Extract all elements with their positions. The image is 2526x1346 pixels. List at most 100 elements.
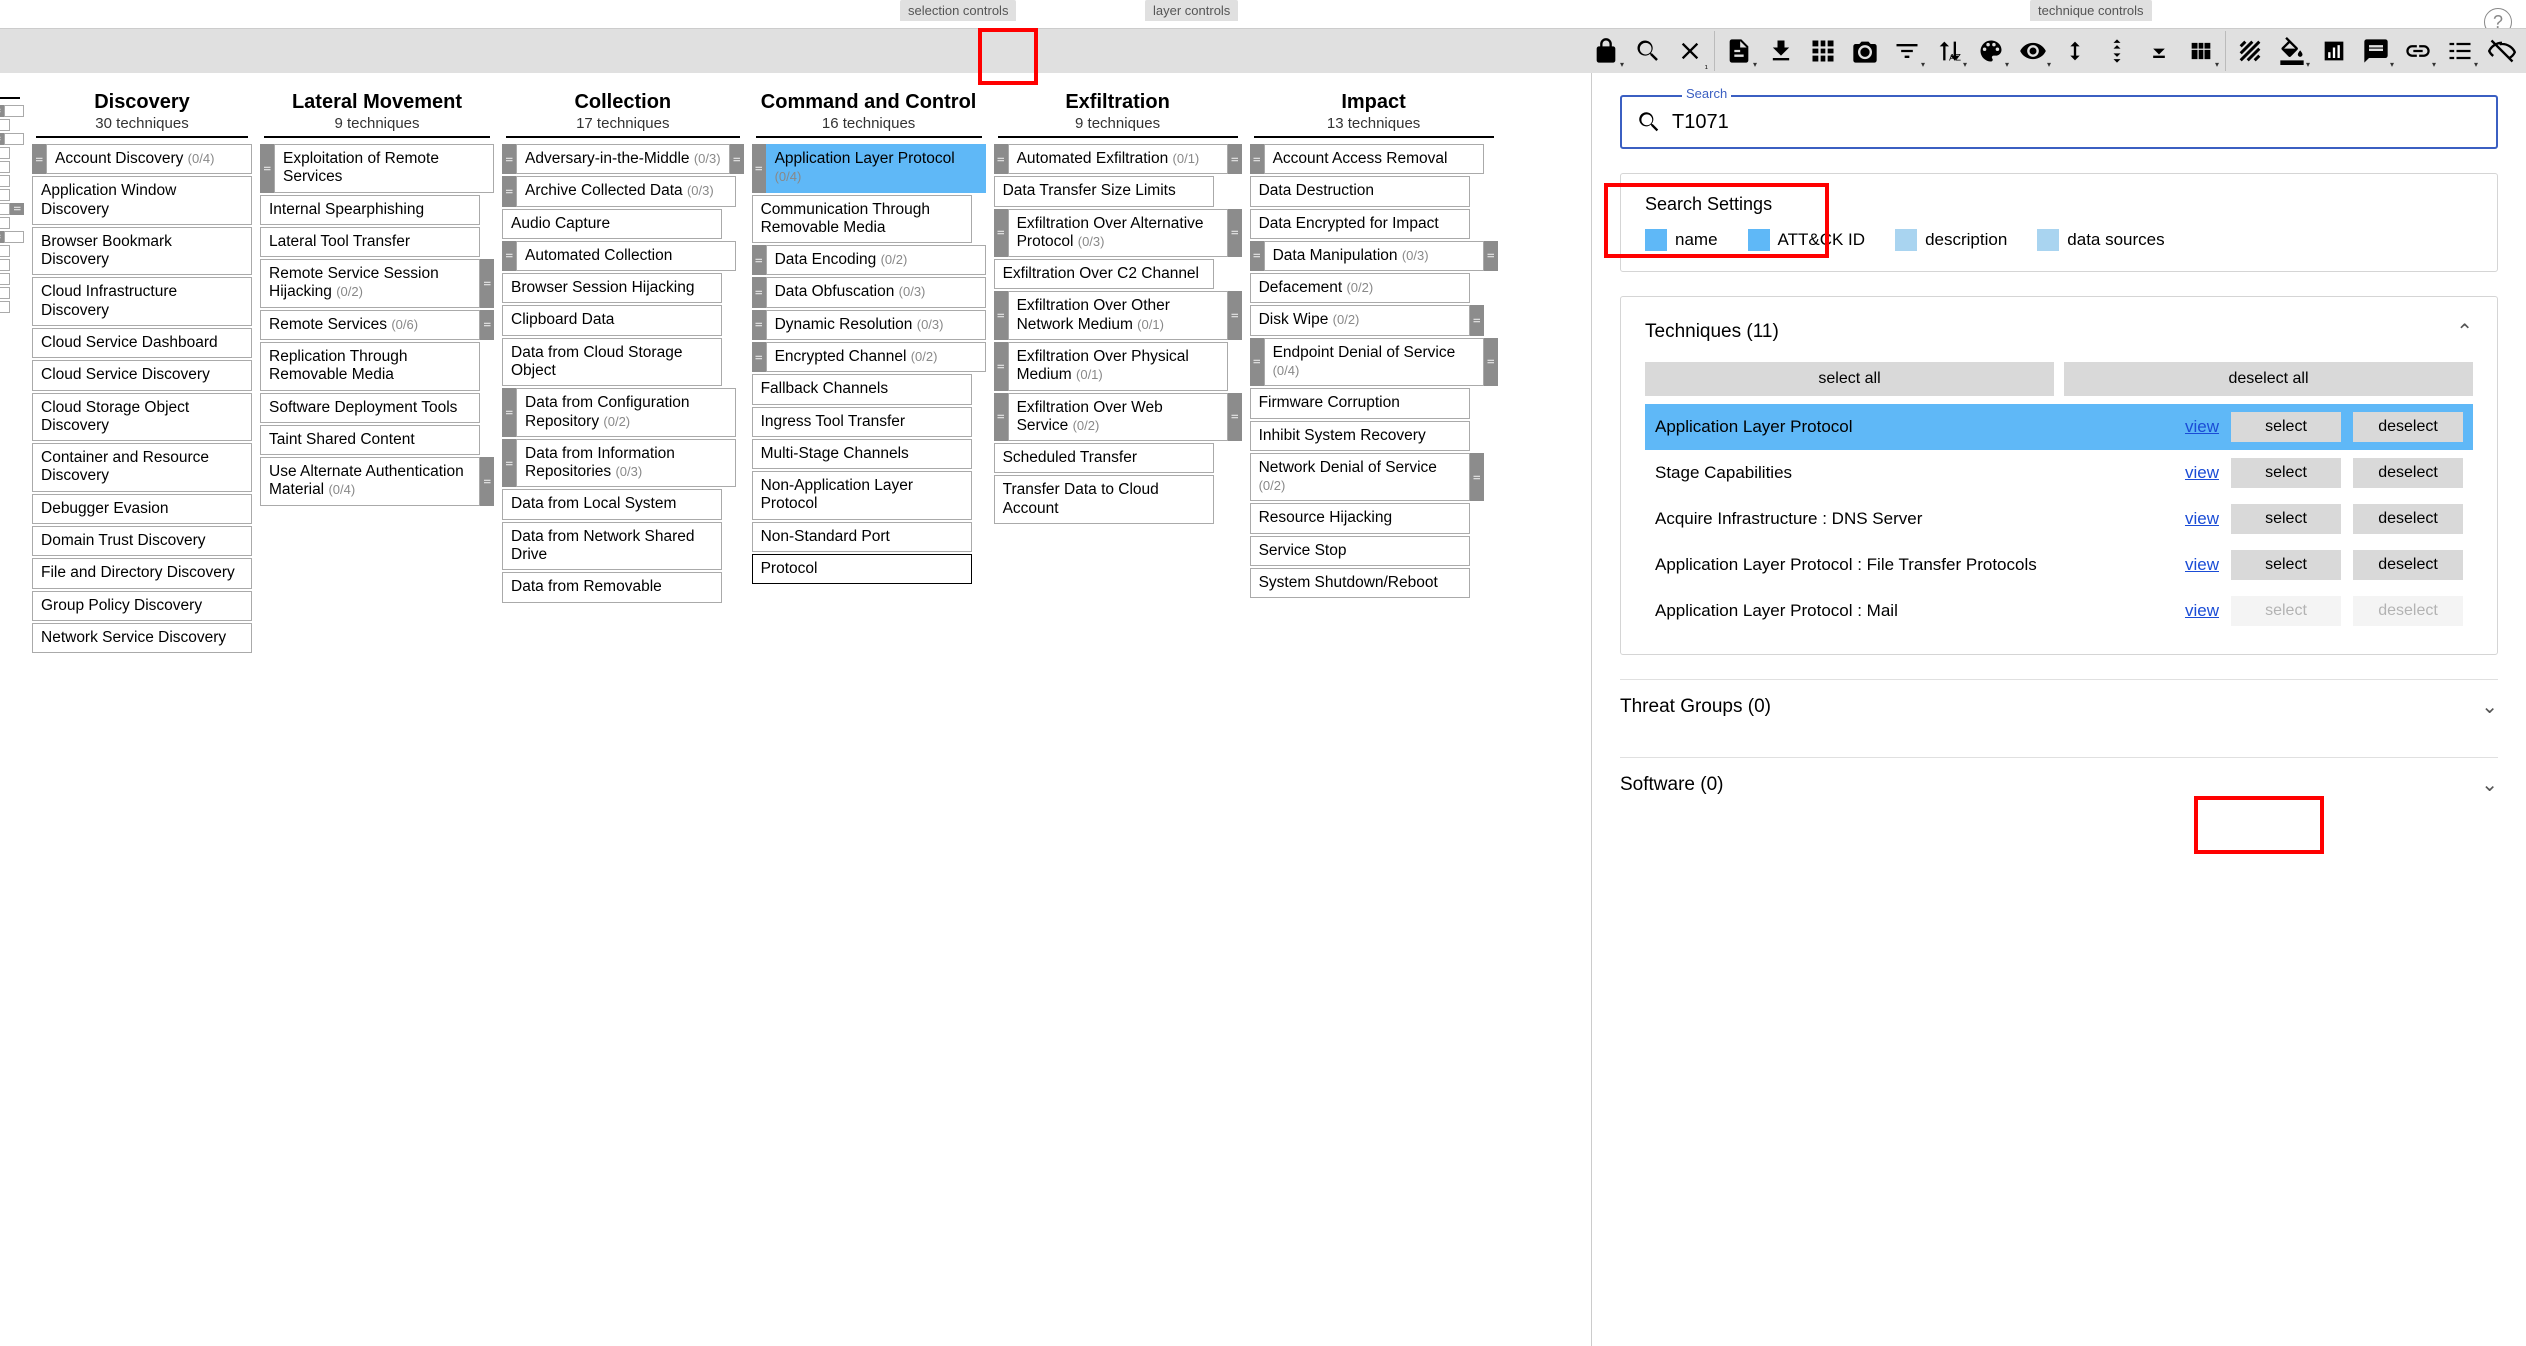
expand-handle-right[interactable]: II <box>1484 338 1498 387</box>
expand-handle-right[interactable]: II <box>1470 453 1484 502</box>
opt-attackid[interactable]: ATT&CK ID <box>1748 229 1866 251</box>
technique-cell[interactable]: Application Layer Protocol (0/4) <box>766 144 986 193</box>
expand-handle[interactable]: II <box>994 393 1008 442</box>
deselect-button[interactable]: deselect <box>2353 596 2463 626</box>
expand-handle-right[interactable]: II <box>1228 144 1242 174</box>
comment-icon[interactable]: ▾ <box>2356 31 2396 71</box>
search-icon[interactable] <box>1628 31 1668 71</box>
technique-cell[interactable] <box>0 161 10 173</box>
technique-cell[interactable] <box>0 287 10 299</box>
expand-handle[interactable]: II <box>1250 338 1264 387</box>
expand-handle-right[interactable]: II <box>10 203 24 215</box>
technique-cell[interactable]: Exfiltration Over Alternative Protocol (… <box>1008 209 1228 258</box>
software-accordion[interactable]: Software (0) ⌄ <box>1620 757 2498 811</box>
select-button[interactable]: select <box>2231 504 2341 534</box>
technique-cell[interactable]: Communication Through Removable Media <box>752 195 972 244</box>
expand-handle[interactable]: II <box>752 245 766 275</box>
deselect-button[interactable]: deselect <box>2353 412 2463 442</box>
expand-handle[interactable]: II <box>32 144 46 174</box>
technique-cell[interactable]: Account Access Removal <box>1264 144 1484 174</box>
search-box[interactable] <box>1620 95 2498 149</box>
technique-cell[interactable]: Replication Through Removable Media <box>260 342 480 391</box>
expand-handle-right[interactable]: II <box>480 259 494 308</box>
expand-handle[interactable]: II <box>502 176 516 206</box>
technique-cell[interactable]: Inhibit System Recovery <box>1250 421 1470 451</box>
technique-cell[interactable]: Data Encoding (0/2) <box>766 245 986 275</box>
technique-cell[interactable]: Remote Services (0/6) <box>260 310 480 340</box>
expand-handle[interactable]: II <box>502 439 516 488</box>
select-button[interactable]: select <box>2231 458 2341 488</box>
technique-cell[interactable]: Cloud Service Discovery <box>32 360 252 390</box>
expand-handle[interactable]: II <box>994 144 1008 174</box>
technique-cell[interactable]: Service Stop <box>1250 536 1470 566</box>
technique-cell[interactable]: Archive Collected Data (0/3) <box>516 176 736 206</box>
collapse-icon[interactable] <box>2139 31 2179 71</box>
technique-cell[interactable]: Multi-Stage Channels <box>752 439 972 469</box>
technique-cell[interactable]: Group Policy Discovery <box>32 591 252 621</box>
expand-handle[interactable]: II <box>752 310 766 340</box>
technique-cell[interactable] <box>4 105 24 117</box>
threat-groups-accordion[interactable]: Threat Groups (0) ⌄ <box>1620 679 2498 733</box>
technique-cell[interactable]: Exploitation of Remote Services <box>274 144 494 193</box>
expand-handle-right[interactable]: II <box>730 144 744 174</box>
technique-cell[interactable]: Resource Hijacking <box>1250 503 1470 533</box>
technique-cell[interactable]: Lateral Tool Transfer <box>260 227 480 257</box>
technique-cell[interactable]: Data Obfuscation (0/3) <box>766 277 986 307</box>
technique-cell[interactable]: Taint Shared Content <box>260 425 480 455</box>
technique-cell[interactable]: Account Discovery (0/4) <box>46 144 252 174</box>
expand-handle[interactable]: II <box>1250 241 1264 271</box>
view-link[interactable]: view <box>2185 417 2219 437</box>
technique-cell[interactable]: Transfer Data to Cloud Account <box>994 475 1214 524</box>
technique-cell[interactable]: File and Directory Discovery <box>32 558 252 588</box>
metadata-icon[interactable]: ▾ <box>2440 31 2480 71</box>
expand-handle-right[interactable]: II <box>1484 241 1498 271</box>
technique-cell[interactable]: Container and Resource Discovery <box>32 443 252 492</box>
technique-cell[interactable]: Defacement (0/2) <box>1250 273 1470 303</box>
expand-handle[interactable]: II <box>502 144 516 174</box>
select-button[interactable]: select <box>2231 550 2341 580</box>
technique-cell[interactable] <box>0 147 10 159</box>
technique-cell[interactable] <box>0 259 10 271</box>
technique-cell[interactable] <box>4 231 24 243</box>
deselect-all-button[interactable]: deselect all <box>2064 362 2473 396</box>
technique-cell[interactable]: Exfiltration Over C2 Channel <box>994 259 1214 289</box>
technique-cell[interactable]: Endpoint Denial of Service (0/4) <box>1264 338 1484 387</box>
technique-cell[interactable]: Network Service Discovery <box>32 623 252 653</box>
technique-cell[interactable]: Encrypted Channel (0/2) <box>766 342 986 372</box>
technique-cell[interactable]: System Shutdown/Reboot <box>1250 568 1470 598</box>
palette-icon[interactable]: ▾ <box>1971 31 2011 71</box>
technique-cell[interactable]: Exfiltration Over Other Network Medium (… <box>1008 291 1228 340</box>
technique-cell[interactable]: Exfiltration Over Physical Medium (0/1) <box>1008 342 1228 391</box>
technique-cell[interactable]: Non-Application Layer Protocol <box>752 471 972 520</box>
opt-name[interactable]: name <box>1645 229 1718 251</box>
deselect-button[interactable]: deselect <box>2353 458 2463 488</box>
expand-handle-right[interactable]: II <box>480 457 494 506</box>
clear-icon[interactable] <box>2482 31 2522 71</box>
expand-handle[interactable]: II <box>260 144 274 193</box>
technique-cell[interactable]: Dynamic Resolution (0/3) <box>766 310 986 340</box>
technique-cell[interactable]: Audio Capture <box>502 209 722 239</box>
view-link[interactable]: view <box>2185 601 2219 621</box>
download-icon[interactable] <box>1761 31 1801 71</box>
technique-cell[interactable] <box>4 133 24 145</box>
technique-cell[interactable]: Firmware Corruption <box>1250 388 1470 418</box>
technique-cell[interactable]: Ingress Tool Transfer <box>752 407 972 437</box>
technique-cell[interactable]: Use Alternate Authentication Material (0… <box>260 457 480 506</box>
expand-handle-right[interactable]: II <box>1228 291 1242 340</box>
technique-cell[interactable]: Disk Wipe (0/2) <box>1250 305 1470 335</box>
opt-description[interactable]: description <box>1895 229 2007 251</box>
technique-cell[interactable] <box>0 189 10 201</box>
expand-handle[interactable]: II <box>752 342 766 372</box>
technique-cell[interactable]: Data from Removable <box>502 572 722 602</box>
technique-cell[interactable] <box>0 273 10 285</box>
grid-icon[interactable] <box>1803 31 1843 71</box>
technique-cell[interactable]: Data Manipulation (0/3) <box>1264 241 1484 271</box>
deselect-icon[interactable]: ₁ <box>1670 31 1710 71</box>
matrix-area[interactable]: IIIIIIIIDiscovery30 techniquesIIAccount … <box>0 73 1591 1346</box>
technique-cell[interactable]: Non-Standard Port <box>752 522 972 552</box>
filter-icon[interactable]: ▾ <box>1887 31 1927 71</box>
opt-datasources[interactable]: data sources <box>2037 229 2164 251</box>
technique-cell[interactable]: Remote Service Session Hijacking (0/2) <box>260 259 480 308</box>
deselect-button[interactable]: deselect <box>2353 550 2463 580</box>
link-icon[interactable]: ▾ <box>2398 31 2438 71</box>
